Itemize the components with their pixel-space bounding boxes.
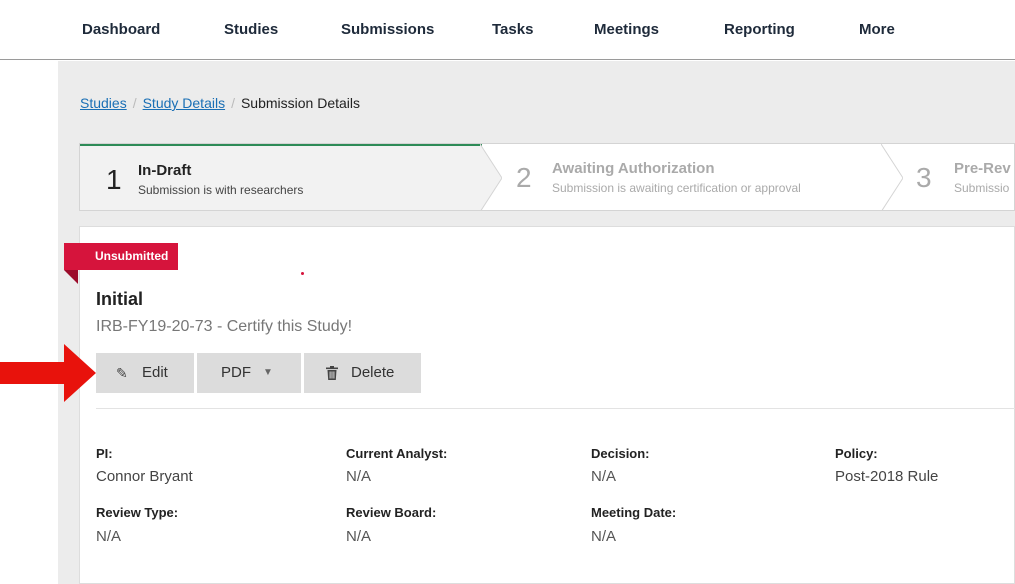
review-board-label: Review Board:	[346, 505, 437, 520]
annotation-arrow-icon	[0, 344, 96, 402]
breadcrumb-study-details-link[interactable]: Study Details	[143, 95, 225, 111]
submission-description: IRB-FY19-20-73 - Certify this Study!	[96, 318, 353, 335]
step-subtitle: Submission is with researchers	[138, 183, 304, 197]
submission-type: Initial	[96, 289, 144, 309]
nav-submissions[interactable]: Submissions	[341, 21, 434, 38]
step-number: 1	[106, 164, 122, 195]
caret-down-icon: ▼	[263, 367, 273, 378]
review-type-value: N/A	[96, 528, 122, 545]
policy-label: Policy:	[835, 446, 878, 461]
step-title: In-Draft	[138, 162, 192, 179]
meeting-date-value: N/A	[591, 528, 617, 545]
breadcrumb-separator: /	[132, 95, 137, 111]
trash-icon	[326, 353, 338, 393]
step-number: 2	[516, 162, 532, 193]
marker-dot	[301, 272, 304, 275]
step-pre-review: 3 Pre-Rev Submissio	[904, 144, 1014, 210]
nav-tasks[interactable]: Tasks	[492, 21, 533, 38]
step-title: Pre-Rev	[954, 160, 1011, 177]
pencil-icon: ✎	[116, 365, 128, 381]
step-chevron-icon	[881, 144, 903, 210]
workflow-stepper: 1 In-Draft Submission is with researcher…	[79, 143, 1015, 211]
step-number: 3	[916, 162, 932, 193]
decision-label: Decision:	[591, 446, 650, 461]
pdf-button-label: PDF	[221, 364, 251, 381]
breadcrumb: Studies / Study Details / Submission Details	[80, 95, 360, 111]
status-badge: Unsubmitted	[64, 243, 179, 270]
breadcrumb-current: Submission Details	[240, 95, 361, 111]
step-subtitle: Submissio	[954, 181, 1010, 195]
step-in-draft: 1 In-Draft Submission is with researcher…	[80, 144, 482, 210]
submission-card	[79, 226, 1015, 584]
breadcrumb-studies-link[interactable]: Studies	[80, 95, 127, 111]
top-navigation: Dashboard Studies Submissions Tasks Meet…	[0, 0, 1015, 60]
edit-button[interactable]: ✎ Edit	[96, 353, 194, 393]
review-board-value: N/A	[346, 528, 372, 545]
meeting-date-label: Meeting Date:	[591, 505, 677, 520]
pdf-button[interactable]: PDF ▼	[197, 353, 301, 393]
current-analyst-value: N/A	[346, 468, 372, 485]
edit-button-label: Edit	[142, 364, 168, 381]
step-chevron-icon	[480, 144, 502, 210]
pi-label: PI:	[96, 446, 113, 461]
step-title: Awaiting Authorization	[552, 160, 715, 177]
delete-button[interactable]: Delete	[304, 353, 421, 393]
current-analyst-label: Current Analyst:	[346, 446, 448, 461]
divider	[96, 408, 1015, 409]
nav-studies[interactable]: Studies	[224, 21, 278, 38]
nav-meetings[interactable]: Meetings	[594, 21, 659, 38]
step-subtitle: Submission is awaiting certification or …	[552, 181, 801, 195]
nav-more[interactable]: More	[859, 21, 895, 38]
nav-reporting[interactable]: Reporting	[724, 21, 795, 38]
review-type-label: Review Type:	[96, 505, 179, 520]
nav-dashboard[interactable]: Dashboard	[82, 21, 160, 38]
step-awaiting-authorization: 2 Awaiting Authorization Submission is a…	[502, 144, 882, 210]
breadcrumb-separator: /	[231, 95, 235, 111]
delete-button-label: Delete	[351, 364, 395, 381]
pi-value: Connor Bryant	[96, 468, 193, 485]
decision-value: N/A	[591, 468, 617, 485]
policy-value: Post-2018 Rule	[835, 468, 939, 485]
ribbon-fold	[64, 270, 78, 284]
